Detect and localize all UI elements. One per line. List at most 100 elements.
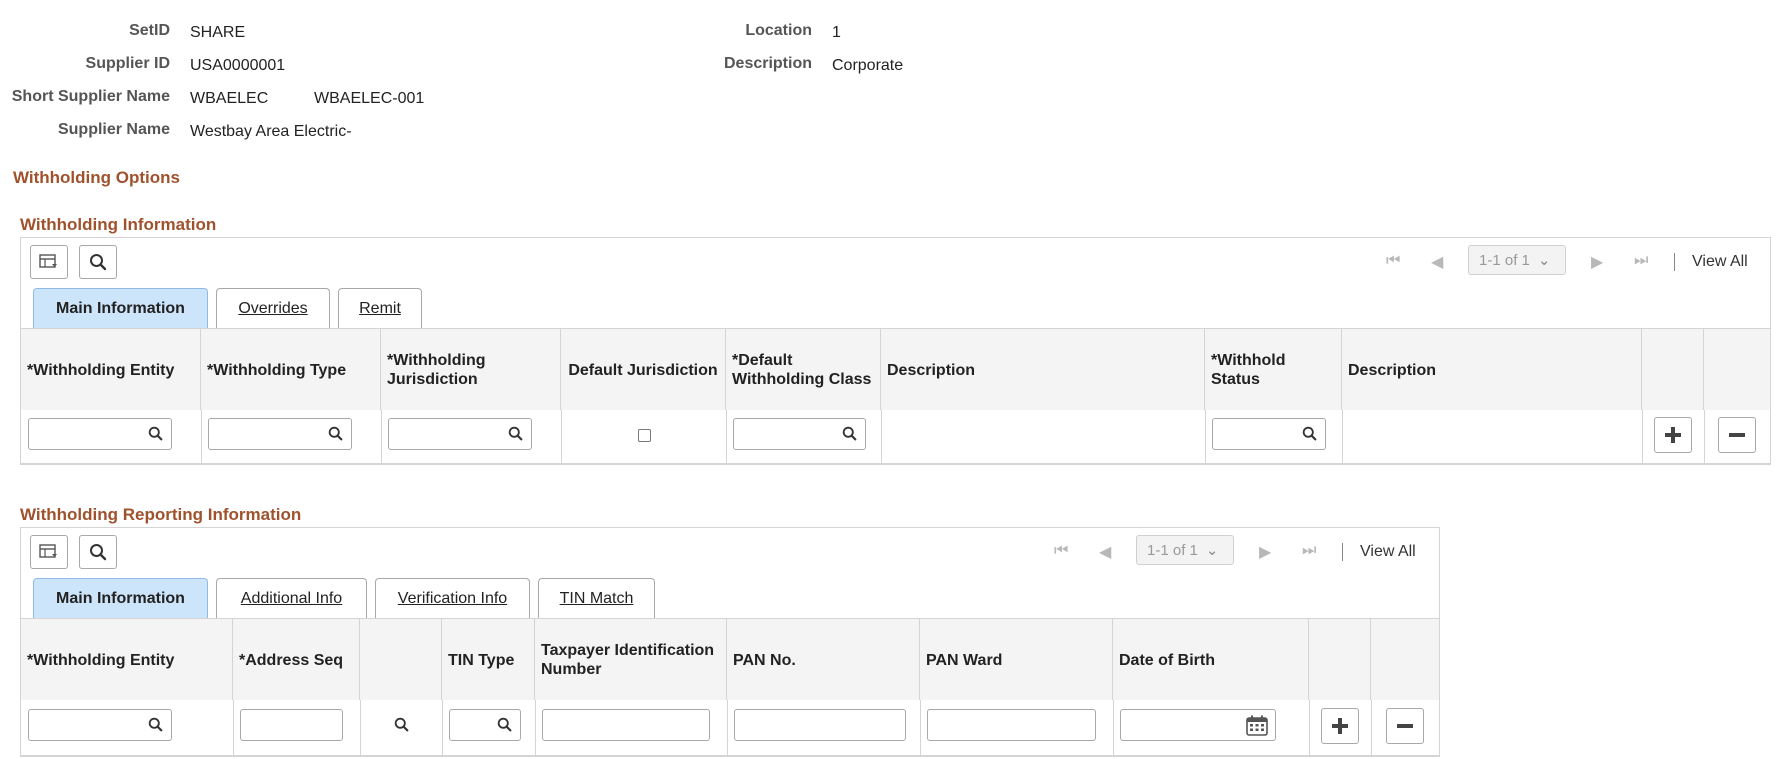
pager-text: 1-1 of 1 xyxy=(1479,251,1530,269)
col-divider xyxy=(535,700,536,755)
withholding-jurisdiction-input[interactable] xyxy=(388,418,532,450)
tab-main-information[interactable]: Main Information xyxy=(33,288,208,328)
col-pan-ward: PAN Ward xyxy=(920,619,1113,701)
default-withholding-class-input[interactable] xyxy=(733,418,866,450)
setid-label: SetID xyxy=(129,22,170,39)
tin-type-input[interactable] xyxy=(449,709,521,741)
pan-no-input[interactable] xyxy=(734,709,906,741)
address-lookup-search-icon[interactable] xyxy=(394,717,409,732)
col-divider xyxy=(881,410,882,463)
row-pager-select[interactable]: 1-1 of 1 ⌄ xyxy=(1468,245,1566,275)
col-withholding-jurisdiction: *Withholding Jurisdiction xyxy=(381,329,561,411)
col-description: Description xyxy=(881,329,1205,411)
tab-remit[interactable]: Remit xyxy=(338,288,422,328)
col-status-description: Description xyxy=(1342,329,1642,411)
col-divider xyxy=(1309,700,1310,755)
location-label: Location xyxy=(745,22,812,39)
pager-text: 1-1 of 1 xyxy=(1147,541,1198,559)
withholding-type-input[interactable] xyxy=(208,418,352,450)
calendar-icon[interactable] xyxy=(1246,715,1268,736)
col-delete xyxy=(1371,619,1439,701)
personalize-grid-icon xyxy=(39,544,57,558)
grid1-title: Withholding Information xyxy=(20,215,217,234)
search-icon[interactable] xyxy=(148,426,163,441)
tab-verification-info-label: Verification Info xyxy=(397,589,508,607)
tab-verification-info[interactable]: Verification Info xyxy=(375,578,530,618)
next-page-icon[interactable]: ▶ xyxy=(1591,252,1603,272)
short-supplier-name-label: Short Supplier Name xyxy=(11,88,170,105)
withholding-reporting-grid: ⏮ ◀ 1-1 of 1 ⌄ ▶ ⏭ View All Main Informat… xyxy=(20,527,1440,757)
grid2-title: Withholding Reporting Information xyxy=(20,505,302,524)
first-page-icon[interactable]: ⏮ xyxy=(1386,252,1400,270)
default-jurisdiction-checkbox[interactable] xyxy=(638,429,651,442)
add-row-button[interactable] xyxy=(1321,708,1359,744)
col-withholding-entity: *Withholding Entity xyxy=(21,619,233,701)
grid1-data-row xyxy=(21,410,1770,464)
tab-additional-info[interactable]: Additional Info xyxy=(216,578,367,618)
first-page-icon[interactable]: ⏮ xyxy=(1054,542,1068,560)
supplier-name-value: Westbay Area Electric- xyxy=(190,123,352,140)
next-page-icon[interactable]: ▶ xyxy=(1259,542,1271,562)
grid2-data-row xyxy=(21,700,1439,756)
withhold-status-input[interactable] xyxy=(1212,418,1326,450)
col-divider xyxy=(442,700,443,755)
previous-page-icon[interactable]: ◀ xyxy=(1099,542,1111,562)
delete-row-icon xyxy=(1397,724,1413,728)
search-icon[interactable] xyxy=(1302,426,1317,441)
col-date-of-birth: Date of Birth xyxy=(1113,619,1309,701)
col-divider xyxy=(1704,410,1705,463)
chevron-down-icon: ⌄ xyxy=(1205,542,1219,559)
search-icon[interactable] xyxy=(497,717,512,732)
tab-overrides-label: Overrides xyxy=(238,299,308,317)
supplier-id-label: Supplier ID xyxy=(85,55,170,72)
withholding-entity-input[interactable] xyxy=(28,418,172,450)
find-button[interactable] xyxy=(79,245,117,279)
search-icon xyxy=(90,254,107,271)
search-icon[interactable] xyxy=(508,426,523,441)
col-divider xyxy=(1371,700,1372,755)
pan-ward-input[interactable] xyxy=(927,709,1096,741)
previous-page-icon[interactable]: ◀ xyxy=(1431,252,1443,272)
delete-row-button[interactable] xyxy=(1718,417,1756,453)
col-default-jurisdiction: Default Jurisdiction xyxy=(561,329,726,411)
last-page-icon[interactable]: ⏭ xyxy=(1302,542,1316,560)
description-label: Description xyxy=(723,55,812,72)
col-divider xyxy=(233,700,234,755)
delete-row-button[interactable] xyxy=(1386,708,1424,744)
supplier-id-value: USA0000001 xyxy=(190,57,286,74)
location-value: 1 xyxy=(832,24,841,41)
add-row-icon xyxy=(1665,427,1681,443)
col-divider xyxy=(727,700,728,755)
date-of-birth-input[interactable] xyxy=(1120,709,1276,741)
col-add xyxy=(1642,329,1704,411)
col-divider xyxy=(1642,410,1643,463)
tin-input[interactable] xyxy=(542,709,710,741)
col-divider xyxy=(360,700,361,755)
row-pager-select[interactable]: 1-1 of 1 ⌄ xyxy=(1136,535,1234,565)
col-divider xyxy=(381,410,382,463)
personalize-grid-button[interactable] xyxy=(30,245,68,279)
reporting-withholding-entity-input[interactable] xyxy=(28,709,172,741)
address-seq-input[interactable] xyxy=(240,709,343,741)
col-pan-no: PAN No. xyxy=(727,619,920,701)
tab-additional-info-label: Additional Info xyxy=(240,589,343,607)
add-row-icon xyxy=(1332,718,1348,734)
add-row-button[interactable] xyxy=(1654,417,1692,453)
tab-tin-match-label: TIN Match xyxy=(559,589,634,607)
search-icon[interactable] xyxy=(148,717,163,732)
tab-main-information[interactable]: Main Information xyxy=(33,578,208,618)
find-button[interactable] xyxy=(79,535,117,569)
tab-tin-match[interactable]: TIN Match xyxy=(538,578,655,618)
col-divider xyxy=(1342,410,1343,463)
view-all-link[interactable]: View All xyxy=(1692,253,1748,271)
search-icon xyxy=(90,544,107,561)
last-page-icon[interactable]: ⏭ xyxy=(1634,252,1648,270)
personalize-grid-button[interactable] xyxy=(30,535,68,569)
view-all-link[interactable]: View All xyxy=(1360,543,1416,561)
toolbar-separator xyxy=(1674,253,1675,271)
tab-overrides[interactable]: Overrides xyxy=(216,288,330,328)
col-delete xyxy=(1704,329,1770,411)
delete-row-icon xyxy=(1729,433,1745,437)
search-icon[interactable] xyxy=(328,426,343,441)
search-icon[interactable] xyxy=(842,426,857,441)
